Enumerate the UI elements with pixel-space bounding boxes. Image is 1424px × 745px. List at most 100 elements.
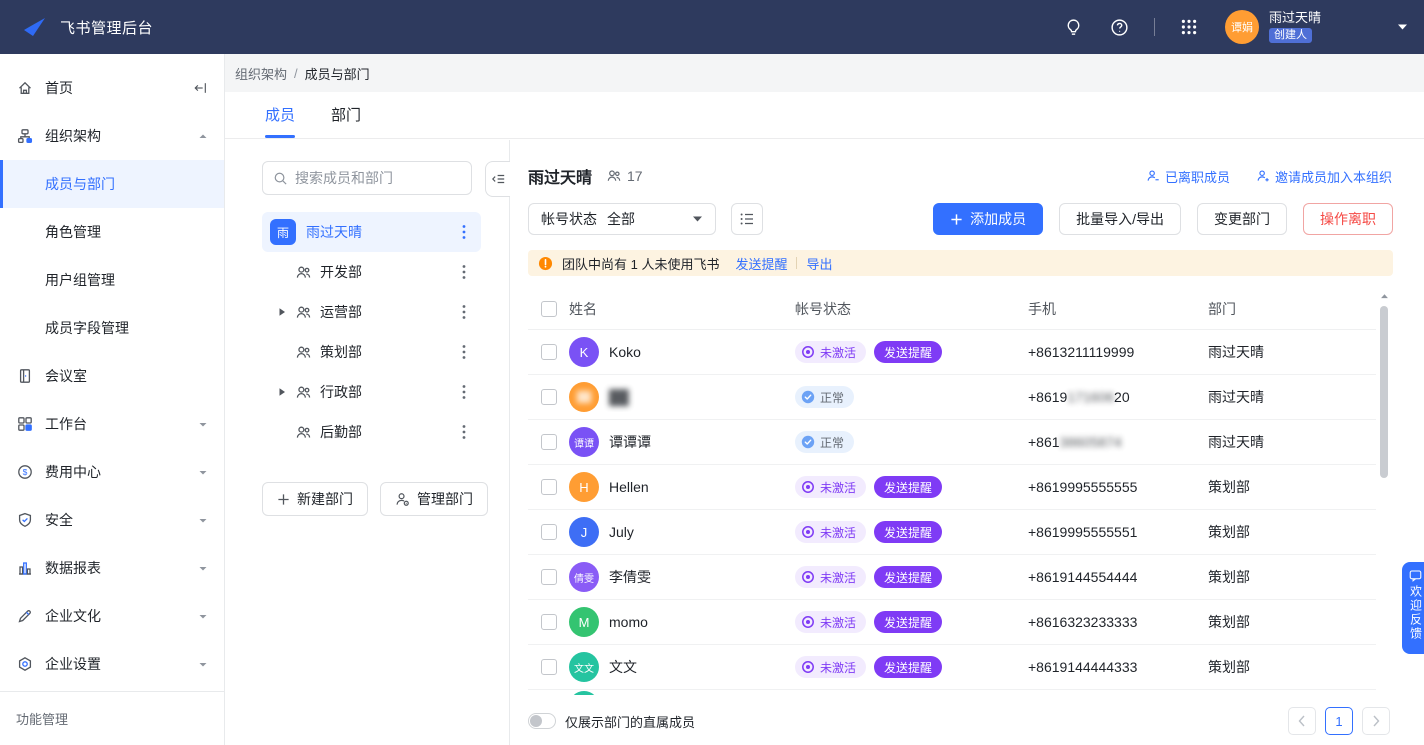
panel-collapse-icon[interactable] (485, 161, 510, 197)
send-reminder-link[interactable]: 发送提醒 (735, 254, 787, 273)
chevron-down-icon (198, 420, 208, 429)
tree-item-department[interactable]: 运营部 (262, 292, 481, 332)
new-department-button[interactable]: 新建部门 (262, 482, 368, 516)
sidebar-item-data-reports[interactable]: 数据报表 (0, 544, 224, 592)
member-list-panel: 雨过天晴 17 (510, 140, 1424, 745)
status-label: 未激活 (820, 569, 856, 586)
tab-departments[interactable]: 部门 (331, 104, 361, 138)
export-link[interactable]: 导出 (806, 254, 832, 273)
tree-item-department[interactable]: 开发部 (262, 252, 481, 292)
lightbulb-icon[interactable] (1056, 9, 1092, 45)
send-reminder-button[interactable]: 发送提醒 (874, 476, 942, 498)
sidebar-item-home[interactable]: 首页 (0, 64, 224, 112)
more-actions-icon[interactable] (456, 384, 472, 400)
next-page-icon[interactable] (1362, 707, 1390, 735)
user-info[interactable]: 雨过天晴 创建人 (1269, 11, 1321, 43)
sidebar-item-label: 企业设置 (45, 654, 101, 674)
sidebar-item-user-group-management[interactable]: 用户组管理 (0, 256, 224, 304)
breadcrumb-level1[interactable]: 组织架构 (235, 64, 287, 83)
tab-members[interactable]: 成员 (265, 104, 295, 138)
sidebar-item-feature-management[interactable]: 功能管理 (0, 691, 224, 745)
send-reminder-button[interactable]: 发送提醒 (874, 341, 942, 363)
chevron-down-icon (198, 516, 208, 525)
row-checkbox[interactable] (541, 344, 557, 360)
org-title: 雨过天晴 (528, 164, 592, 188)
sidebar-collapse-icon[interactable] (193, 81, 208, 95)
app-grid-icon[interactable] (1171, 9, 1207, 45)
member-department: 策划部 (1208, 567, 1376, 587)
tree-item-department[interactable]: 后勤部 (262, 412, 481, 452)
handle-resignation-button[interactable]: 操作离职 (1303, 203, 1393, 235)
member-count-value: 17 (627, 168, 643, 184)
member-phone: +8616323233333 (1028, 614, 1208, 630)
expand-caret-icon[interactable] (278, 387, 295, 397)
user-avatar[interactable]: 谭娟 (1225, 10, 1259, 44)
more-actions-icon[interactable] (456, 424, 472, 440)
account-status-select[interactable]: 帐号状态 全部 (528, 203, 716, 235)
svg-text:$: $ (23, 467, 28, 477)
send-reminder-button[interactable]: 发送提醒 (874, 611, 942, 633)
row-checkbox[interactable] (541, 479, 557, 495)
user-org-name: 雨过天晴 (1269, 11, 1321, 25)
avatar: ██ (569, 382, 599, 412)
member-name: 谭谭谭 (609, 432, 651, 452)
sidebar-item-label: 安全 (45, 510, 73, 530)
table-row: 文文文文未激活发送提醒+8619144444333策划部 (528, 645, 1376, 690)
batch-import-export-button[interactable]: 批量导入/导出 (1059, 203, 1181, 235)
avatar: H (569, 472, 599, 502)
table-row: 倩雯李倩雯未激活发送提醒+8619144554444策划部 (528, 555, 1376, 600)
scrollbar-track[interactable] (1377, 302, 1391, 745)
member-phone: +8619144444333 (1028, 659, 1208, 675)
add-member-button[interactable]: 添加成员 (933, 203, 1043, 235)
invite-members-link[interactable]: 邀请成员加入本组织 (1256, 167, 1392, 186)
more-actions-icon[interactable] (456, 224, 472, 240)
sidebar-item-workbench[interactable]: 工作台 (0, 400, 224, 448)
change-department-button[interactable]: 变更部门 (1197, 203, 1287, 235)
sidebar-item-company-culture[interactable]: 企业文化 (0, 592, 224, 640)
help-icon[interactable] (1102, 9, 1138, 45)
send-reminder-button[interactable]: 发送提醒 (874, 656, 942, 678)
people-icon (606, 168, 622, 184)
row-checkbox[interactable] (541, 569, 557, 585)
feedback-tab[interactable]: 欢迎反馈 (1402, 562, 1424, 654)
sidebar-item-org-structure[interactable]: 组织架构 (0, 112, 224, 160)
row-checkbox[interactable] (541, 434, 557, 450)
manage-departments-button[interactable]: 管理部门 (380, 482, 488, 516)
user-menu-caret-icon[interactable] (1397, 23, 1408, 31)
more-actions-icon[interactable] (456, 304, 472, 320)
status-badge: 未激活 (795, 521, 866, 543)
sidebar-item-security[interactable]: 安全 (0, 496, 224, 544)
tree-item-department[interactable]: 策划部 (262, 332, 481, 372)
expand-caret-icon[interactable] (278, 307, 295, 317)
partially-visible-row (528, 690, 1376, 695)
display-settings-icon[interactable] (731, 203, 763, 235)
scroll-up-icon[interactable] (1380, 290, 1389, 302)
select-all-checkbox[interactable] (541, 301, 557, 317)
sidebar-item-expense-center[interactable]: $ 费用中心 (0, 448, 224, 496)
resigned-members-link[interactable]: 已离职成员 (1146, 167, 1230, 186)
sidebar-subitem-label: 用户组管理 (45, 270, 115, 290)
row-checkbox[interactable] (541, 614, 557, 630)
row-checkbox[interactable] (541, 659, 557, 675)
direct-members-toggle[interactable] (528, 713, 556, 729)
member-department: 策划部 (1208, 477, 1376, 497)
department-label: 运营部 (320, 302, 456, 322)
scrollbar-thumb[interactable] (1380, 306, 1388, 478)
more-actions-icon[interactable] (456, 264, 472, 280)
send-reminder-button[interactable]: 发送提醒 (874, 566, 942, 588)
sidebar-item-member-field-management[interactable]: 成员字段管理 (0, 304, 224, 352)
sidebar-item-members-departments[interactable]: 成员与部门 (0, 160, 224, 208)
sidebar-item-company-settings[interactable]: 企业设置 (0, 640, 224, 688)
sidebar-item-role-management[interactable]: 角色管理 (0, 208, 224, 256)
sidebar-item-meeting-room[interactable]: 会议室 (0, 352, 224, 400)
row-checkbox[interactable] (541, 524, 557, 540)
send-reminder-button[interactable]: 发送提醒 (874, 521, 942, 543)
search-input[interactable]: 搜索成员和部门 (262, 161, 472, 195)
row-checkbox[interactable] (541, 389, 557, 405)
tree-item-root-org[interactable]: 雨 雨过天晴 (262, 212, 481, 252)
more-actions-icon[interactable] (456, 344, 472, 360)
table-scrollbar[interactable] (1377, 290, 1391, 745)
page-number-current[interactable]: 1 (1325, 707, 1353, 735)
prev-page-icon[interactable] (1288, 707, 1316, 735)
tree-item-department[interactable]: 行政部 (262, 372, 481, 412)
